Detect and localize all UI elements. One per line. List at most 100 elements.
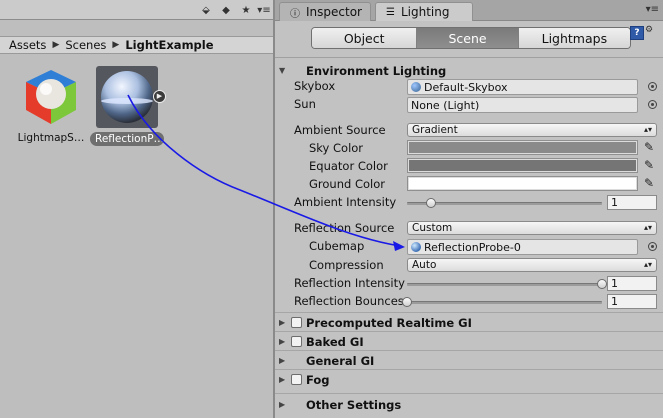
section-title: Environment Lighting: [306, 63, 447, 78]
reflection-source-dropdown[interactable]: Custom ▴▾: [407, 221, 657, 235]
object-picker-icon[interactable]: [648, 242, 657, 251]
divider: [275, 393, 663, 394]
foldout-expanded-icon[interactable]: ▼: [279, 66, 291, 75]
material-icon: [411, 82, 421, 92]
skybox-field[interactable]: Default-Skybox: [407, 79, 638, 95]
ambient-intensity-label: Ambient Intensity: [294, 195, 397, 209]
scene-button[interactable]: Scene: [417, 28, 519, 48]
asset-label: ReflectionP…: [90, 132, 164, 146]
filter-by-type-icon[interactable]: ⬙: [196, 2, 216, 18]
sun-value: None (Light): [411, 98, 480, 112]
reflection-intensity-slider[interactable]: [407, 279, 607, 289]
equator-color-label: Equator Color: [309, 159, 388, 173]
reflection-source-value: Custom: [412, 222, 453, 234]
section-title: Precomputed Realtime GI: [306, 315, 472, 330]
divider: [275, 57, 663, 58]
divider: [275, 312, 663, 313]
slider-thumb[interactable]: [597, 279, 607, 289]
ambient-intensity-input[interactable]: 1: [607, 195, 657, 210]
foldout-collapsed-icon[interactable]: ▶: [279, 337, 291, 346]
section-title: Other Settings: [306, 397, 402, 412]
lighting-tab-icon: ☰: [386, 6, 395, 18]
enable-checkbox[interactable]: [291, 336, 302, 347]
compression-value: Auto: [412, 259, 437, 271]
filter-by-label-icon[interactable]: ◆: [216, 2, 236, 18]
asset-reflection-probe[interactable]: ▶ ReflectionP…: [90, 66, 166, 146]
foldout-collapsed-icon[interactable]: ▶: [279, 356, 291, 365]
info-icon: ⓘ: [290, 8, 300, 20]
asset-lightmap-settings[interactable]: LightmapS…: [14, 66, 88, 144]
mode-toggle: Object Scene Lightmaps: [311, 27, 631, 49]
section-baked-gi[interactable]: ▶ Baked GI: [275, 333, 663, 350]
section-precomputed-realtime-gi[interactable]: ▶ Precomputed Realtime GI: [275, 314, 663, 331]
section-title: Fog: [306, 372, 330, 387]
sun-label: Sun: [294, 97, 316, 111]
tab-lighting[interactable]: ☰ Lighting: [375, 2, 473, 21]
tab-bar: ⓘ Inspector ☰ Lighting ▾≡: [275, 0, 663, 21]
eyedropper-icon[interactable]: ✎: [644, 140, 656, 155]
reflection-bounces-label: Reflection Bounces: [294, 294, 404, 308]
equator-color-swatch: [409, 160, 636, 171]
reflection-probe-icon: [411, 242, 421, 252]
sky-color-field[interactable]: [407, 140, 638, 155]
eyedropper-icon[interactable]: ✎: [644, 158, 656, 173]
panel-menu-icon[interactable]: ▾≡: [254, 2, 274, 18]
reflection-bounces-slider[interactable]: [402, 297, 602, 307]
breadcrumb-item-scenes[interactable]: Scenes: [65, 38, 106, 52]
ambient-intensity-slider[interactable]: [407, 198, 602, 208]
project-toolbar: ⬙ ◆ ★ ▾≡: [0, 0, 273, 20]
dropdown-arrow-icon: ▴▾: [643, 223, 652, 232]
tab-menu-icon[interactable]: ▾≡: [646, 4, 659, 15]
foldout-collapsed-icon[interactable]: ▶: [279, 400, 291, 409]
play-icon[interactable]: ▶: [153, 90, 166, 103]
dropdown-arrow-icon: ▴▾: [643, 260, 652, 269]
lightmaps-button[interactable]: Lightmaps: [518, 28, 630, 48]
ground-color-field[interactable]: [407, 176, 638, 191]
slider-thumb[interactable]: [426, 198, 437, 208]
cubemap-label: Cubemap: [309, 239, 365, 253]
help-book-icon[interactable]: ?: [630, 26, 644, 40]
foldout-collapsed-icon[interactable]: ▶: [279, 318, 291, 327]
reflection-intensity-input[interactable]: 1: [607, 276, 657, 291]
ground-color-swatch: [409, 178, 636, 189]
cubemap-field[interactable]: ReflectionProbe-0: [407, 239, 638, 255]
favorite-star-icon[interactable]: ★: [236, 2, 256, 18]
skybox-label: Skybox: [294, 79, 336, 93]
reflection-source-label: Reflection Source: [294, 221, 395, 235]
breadcrumb-item-lightexample[interactable]: LightExample: [125, 38, 213, 52]
section-environment-lighting[interactable]: ▼ Environment Lighting: [275, 62, 663, 79]
breadcrumb-separator-icon: ▶: [52, 40, 60, 50]
section-other-settings[interactable]: ▶ Other Settings: [275, 396, 663, 413]
tab-inspector[interactable]: ⓘ Inspector: [279, 2, 371, 21]
enable-checkbox[interactable]: [291, 317, 302, 328]
object-picker-icon[interactable]: [648, 82, 657, 91]
compression-label: Compression: [309, 258, 384, 272]
divider: [275, 331, 663, 332]
breadcrumb: Assets ▶ Scenes ▶ LightExample: [0, 36, 273, 54]
sun-field[interactable]: None (Light): [407, 97, 638, 113]
eyedropper-icon[interactable]: ✎: [644, 176, 656, 191]
sky-color-label: Sky Color: [309, 141, 364, 155]
object-picker-icon[interactable]: [648, 100, 657, 109]
reflection-bounces-input[interactable]: 1: [607, 294, 657, 309]
skybox-value: Default-Skybox: [424, 80, 508, 94]
section-general-gi[interactable]: ▶ General GI: [275, 352, 663, 369]
section-fog[interactable]: ▶ Fog: [275, 371, 663, 388]
ambient-source-dropdown[interactable]: Gradient ▴▾: [407, 123, 657, 137]
dropdown-arrow-icon: ▴▾: [643, 125, 652, 134]
tab-label: Lighting: [400, 5, 450, 19]
foldout-collapsed-icon[interactable]: ▶: [279, 375, 291, 384]
enable-checkbox[interactable]: [291, 374, 302, 385]
compression-dropdown[interactable]: Auto ▴▾: [407, 258, 657, 272]
equator-color-field[interactable]: [407, 158, 638, 173]
ambient-source-label: Ambient Source: [294, 123, 386, 137]
project-panel: ⬙ ◆ ★ ▾≡ Assets ▶ Scenes ▶ LightExample …: [0, 0, 273, 418]
lighting-settings-icon: [20, 66, 82, 128]
slider-thumb[interactable]: [402, 297, 412, 307]
tab-label: Inspector: [306, 5, 362, 19]
object-button[interactable]: Object: [312, 28, 418, 48]
divider: [275, 369, 663, 370]
reflection-intensity-label: Reflection Intensity: [294, 276, 405, 290]
settings-gear-icon[interactable]: ⚙: [645, 25, 653, 35]
breadcrumb-item-assets[interactable]: Assets: [9, 38, 46, 52]
